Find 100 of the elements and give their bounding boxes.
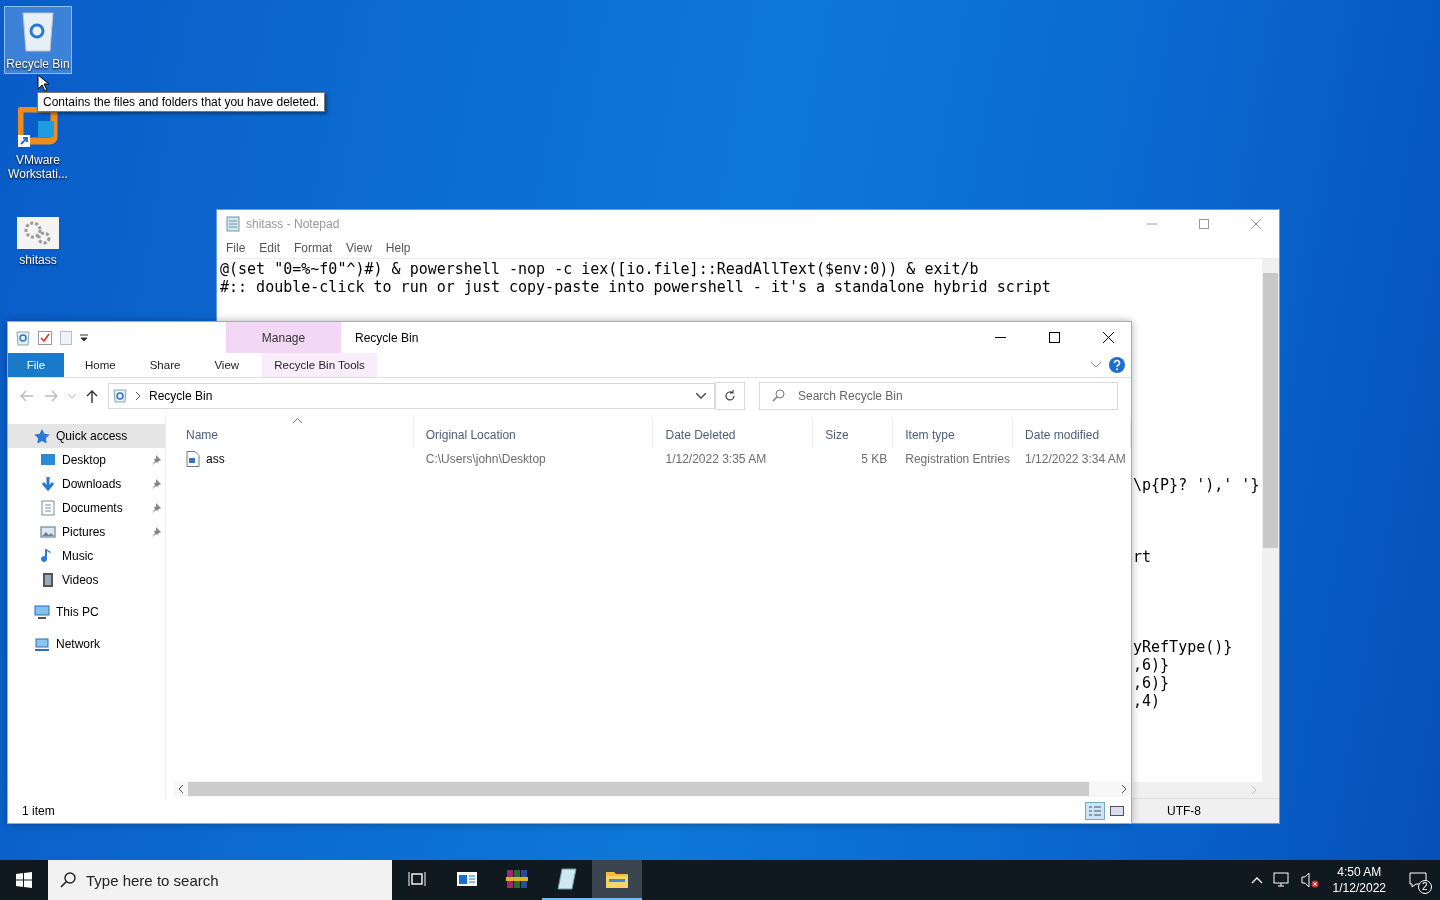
sort-caret-icon (293, 418, 303, 423)
menu-item[interactable]: Format (287, 241, 340, 255)
column-header[interactable]: Original Location (413, 418, 654, 448)
nav-item[interactable]: Network (8, 632, 165, 656)
context-tab-group: Manage (226, 322, 341, 353)
taskbar-app-button[interactable] (592, 860, 642, 900)
menu-item[interactable]: View (339, 241, 379, 255)
code-line: ,6)} (1133, 656, 1170, 674)
notifications-button[interactable]: 2 (1396, 860, 1440, 900)
pin-icon[interactable] (151, 479, 161, 489)
column-header[interactable]: Date Deleted (653, 418, 814, 448)
refresh-button[interactable] (715, 382, 745, 410)
windows-logo-icon (16, 872, 32, 888)
menu-item[interactable]: File (219, 241, 253, 255)
ribbon-tab[interactable]: Share (136, 353, 194, 377)
clock-date: 1/12/2022 (1332, 880, 1386, 896)
nav-item[interactable]: Documents (8, 496, 165, 520)
horizontal-scrollbar[interactable] (174, 781, 1131, 797)
notification-count-badge: 2 (1418, 880, 1432, 894)
table-cell: 1/12/2022 3:35 AM (665, 452, 767, 466)
code-line: ,4) (1133, 692, 1161, 710)
properties-icon[interactable] (38, 330, 52, 345)
column-header[interactable]: Date modified (1013, 418, 1131, 448)
desktop-icon[interactable]: shitass (4, 214, 72, 270)
dropdown-caret-icon[interactable] (696, 393, 706, 399)
expand-ribbon-icon[interactable] (1091, 362, 1101, 368)
nav-item-icon (40, 452, 56, 468)
recycle-bin-icon (20, 9, 56, 53)
nav-item[interactable]: Videos (8, 568, 165, 592)
pin-icon[interactable] (151, 527, 161, 537)
horizontal-scrollbar[interactable] (1133, 782, 1279, 798)
scroll-right-icon[interactable] (1121, 785, 1127, 793)
chevron-up-icon[interactable] (1250, 876, 1263, 884)
nav-item[interactable]: Music (8, 544, 165, 568)
network-icon[interactable] (1272, 872, 1291, 888)
item-count: 1 item (22, 804, 55, 818)
scroll-left-icon[interactable] (178, 785, 184, 793)
window-app-icon (457, 871, 477, 887)
search-field[interactable]: Search Recycle Bin (759, 382, 1118, 410)
up-arrow-icon[interactable] (86, 389, 98, 403)
column-header[interactable]: Name (174, 418, 414, 448)
ribbon-tab[interactable]: View (201, 353, 253, 377)
code-line: ,6)} (1133, 674, 1170, 692)
task-view-icon (408, 871, 426, 887)
pin-icon[interactable] (151, 503, 161, 513)
code-line: yRefType()} (1133, 638, 1233, 656)
pin-icon[interactable] (151, 455, 161, 465)
scrollbar-thumb[interactable] (188, 782, 1089, 796)
nav-item[interactable]: Quick access (8, 424, 165, 448)
tooltip: Contains the files and folders that you have deleted. (37, 92, 326, 112)
close-icon (1251, 219, 1261, 229)
books-stack-icon (506, 868, 528, 890)
table-cell: 1/12/2022 3:34 AM (1025, 452, 1126, 466)
nav-item-icon (34, 605, 50, 619)
vertical-scrollbar[interactable] (1262, 259, 1279, 782)
nav-item-icon (40, 524, 56, 540)
mouse-cursor-icon (37, 74, 49, 92)
code-line: #:: double-click to run or just copy-paste into powershell - it's a standalone hybrid script (220, 278, 1051, 296)
maximize-icon (1048, 332, 1060, 343)
menu-item[interactable]: Edit (252, 241, 288, 255)
shortcut-app-icon (18, 107, 58, 149)
table-cell: Registration Entries (905, 452, 1010, 466)
taskbar-search-field[interactable]: Type here to search (48, 860, 392, 900)
notepad-icon (226, 216, 240, 232)
speaker-muted-icon[interactable] (1300, 872, 1319, 888)
nav-item[interactable]: Pictures (8, 520, 165, 544)
table-cell: C:\Users\john\Desktop (425, 452, 546, 466)
gears-file-icon (17, 217, 59, 249)
ribbon-tab[interactable]: Home (72, 353, 129, 377)
help-icon[interactable] (1109, 357, 1125, 373)
nav-item-icon (40, 572, 56, 588)
large-icons-view-icon[interactable] (1109, 804, 1125, 818)
window-title: Recycle Bin (355, 330, 419, 345)
notifications-icon (1409, 872, 1427, 888)
nav-item-icon (34, 637, 50, 651)
nav-item[interactable]: Desktop (8, 448, 165, 472)
registry-file-icon (186, 451, 200, 467)
file-name[interactable]: ass (206, 452, 225, 466)
breadcrumb-chevron-icon[interactable] (135, 392, 141, 400)
folder-icon (606, 870, 628, 888)
search-icon (60, 872, 76, 888)
clock-time: 4:50 AM (1337, 864, 1382, 880)
nav-item[interactable]: Downloads (8, 472, 165, 496)
code-line: @(set "0=%~f0"^)#) & powershell -nop -c iex([io.file]::ReadAllText($env:0)) & exit/b (220, 260, 979, 278)
column-header[interactable]: Size (813, 418, 894, 448)
window-title: shitass - Notepad (246, 217, 340, 231)
ribbon-tab[interactable]: File (8, 353, 64, 377)
nav-item[interactable]: This PC (8, 600, 165, 624)
dropdown-caret-icon[interactable] (80, 333, 88, 342)
table-cell: 5 KB (861, 452, 888, 466)
nav-item-icon (40, 500, 56, 516)
address-path[interactable]: Recycle Bin (149, 389, 213, 403)
code-line: \p{P}? '),' '} (1133, 476, 1260, 494)
desktop-icon[interactable]: Recycle Bin (4, 6, 72, 74)
recycle-bin-icon (16, 329, 30, 346)
ribbon-tab[interactable]: Recycle Bin Tools (262, 353, 378, 377)
address-bar[interactable]: Recycle Bin (108, 383, 715, 409)
menu-item[interactable]: Help (378, 241, 418, 255)
clock[interactable]: 4:50 AM 1/12/2022 (1318, 864, 1396, 896)
column-header[interactable]: Item type (893, 418, 1014, 448)
